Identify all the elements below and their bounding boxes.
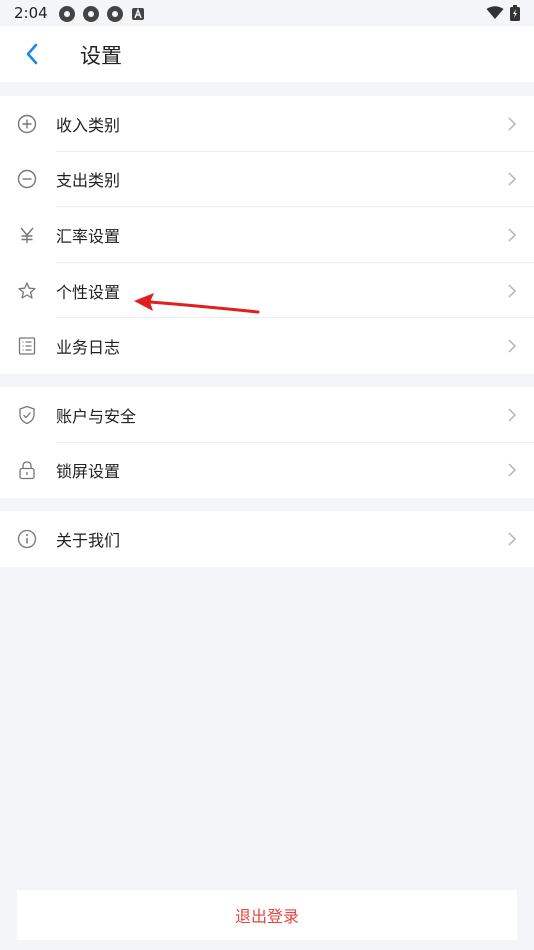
settings-group-security: 账户与安全 锁屏设置 [0,387,534,499]
wifi-icon [486,6,504,19]
page-title: 设置 [80,44,122,68]
settings-item-label: 业务日志 [56,338,121,358]
status-system-icons [486,5,520,21]
battery-icon [510,5,520,21]
settings-item-label: 汇率设置 [56,226,121,246]
settings-item-business-log[interactable]: 业务日志 [0,318,534,374]
plus-circle-icon [16,113,38,135]
info-icon [16,528,38,550]
settings-item-income-category[interactable]: 收入类别 [0,96,534,152]
status-notification-icons [58,5,146,23]
back-button[interactable] [18,40,46,68]
settings-item-label: 账户与安全 [56,406,137,426]
chevron-right-icon [508,117,517,131]
settings-item-lock-screen[interactable]: 锁屏设置 [0,443,534,499]
chevron-right-icon [508,408,517,422]
settings-item-expense-category[interactable]: 支出类别 [0,152,534,208]
status-bar: 2:04 [0,0,534,26]
chevron-right-icon [508,463,517,477]
lock-icon [16,459,38,481]
settings-item-exchange-rate[interactable]: 汇率设置 [0,207,534,263]
settings-item-label: 个性设置 [56,282,121,302]
app-notification-icon [59,6,75,22]
status-time: 2:04 [14,4,48,22]
shield-check-icon [16,404,38,426]
settings-item-label: 锁屏设置 [56,462,121,482]
app-notification-icon [107,6,123,22]
star-icon [16,280,38,302]
settings-group-about: 关于我们 [0,511,534,567]
minus-circle-icon [16,168,38,190]
chevron-right-icon [508,284,517,298]
chevron-right-icon [508,532,517,546]
settings-item-label: 关于我们 [56,530,121,550]
font-notification-icon [132,8,144,20]
app-notification-icon [83,6,99,22]
app-bar: 设置 [0,26,534,82]
logout-button[interactable]: 退出登录 [17,890,517,940]
chevron-left-icon [26,43,38,65]
settings-item-label: 收入类别 [56,115,121,135]
yen-icon [16,224,38,246]
settings-item-personalization[interactable]: 个性设置 [0,263,534,319]
chevron-right-icon [508,172,517,186]
list-icon [16,335,38,357]
settings-item-about-us[interactable]: 关于我们 [0,511,534,567]
settings-item-label: 支出类别 [56,171,121,191]
chevron-right-icon [508,339,517,353]
settings-group-general: 收入类别 支出类别 汇率设置 个性设置 业务日志 [0,96,534,374]
chevron-right-icon [508,228,517,242]
settings-item-account-security[interactable]: 账户与安全 [0,387,534,443]
logout-label: 退出登录 [234,907,299,926]
